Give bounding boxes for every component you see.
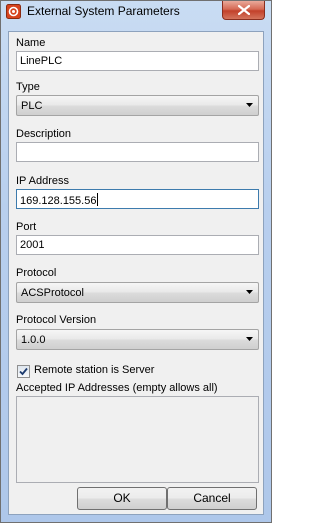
close-button[interactable]	[222, 1, 265, 20]
dialog-window: External System Parameters Name LinePLC …	[0, 0, 272, 523]
type-select-value: PLC	[21, 100, 43, 112]
accepted-ips-textarea[interactable]	[16, 396, 259, 483]
remote-server-label[interactable]: Remote station is Server	[34, 364, 154, 376]
chevron-down-icon	[246, 290, 253, 294]
port-label: Port	[16, 221, 37, 233]
checkmark-icon	[19, 367, 28, 376]
protocol-select-value: ACSProtocol	[21, 287, 84, 299]
protocol-select[interactable]: ACSProtocol	[16, 282, 259, 303]
name-label: Name	[16, 37, 46, 49]
description-field[interactable]	[16, 142, 259, 162]
port-field[interactable]: 2001	[16, 235, 259, 255]
protocol-label: Protocol	[16, 267, 57, 279]
accepted-ips-label: Accepted IP Addresses (empty allows all)	[16, 382, 218, 394]
ip-address-value: 169.128.155.56	[20, 195, 97, 207]
close-icon	[238, 5, 250, 15]
protocol-version-label: Protocol Version	[16, 314, 97, 326]
dialog-body: Name LinePLC Type PLC Description IP Add…	[8, 31, 264, 515]
ip-address-label: IP Address	[16, 175, 69, 187]
protocol-version-select-value: 1.0.0	[21, 334, 46, 346]
protocol-version-select[interactable]: 1.0.0	[16, 329, 259, 350]
cancel-button[interactable]: Cancel	[167, 487, 257, 510]
type-select[interactable]: PLC	[16, 95, 259, 116]
remote-server-checkbox[interactable]	[17, 365, 30, 378]
description-label: Description	[16, 128, 72, 140]
chevron-down-icon	[246, 103, 253, 107]
name-field[interactable]: LinePLC	[16, 51, 259, 71]
ip-address-field[interactable]: 169.128.155.56	[16, 189, 259, 209]
app-icon	[6, 4, 21, 19]
chevron-down-icon	[246, 337, 253, 341]
window-title: External System Parameters	[27, 4, 180, 18]
text-caret	[97, 193, 99, 206]
title-bar[interactable]: External System Parameters	[1, 1, 271, 23]
type-label: Type	[16, 81, 40, 93]
ok-button[interactable]: OK	[77, 487, 167, 510]
